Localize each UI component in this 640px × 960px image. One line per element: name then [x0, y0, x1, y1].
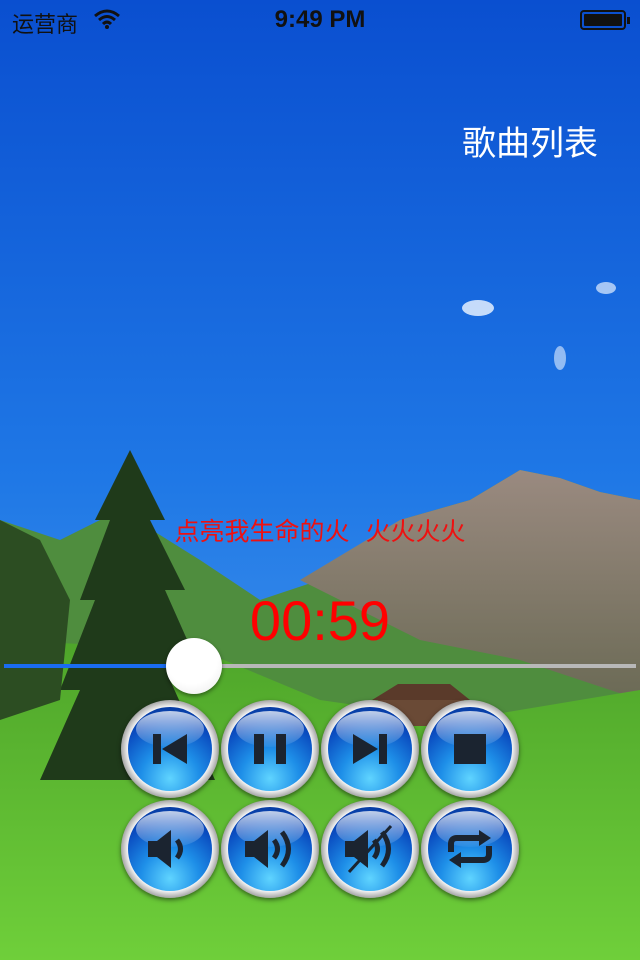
volume-down-button[interactable]: [121, 800, 219, 898]
previous-track-button[interactable]: [121, 700, 219, 798]
pause-icon: [254, 734, 286, 764]
status-time: 9:49 PM: [274, 6, 366, 33]
playlist-button[interactable]: 歌曲列表: [440, 116, 620, 165]
stop-icon: [454, 734, 486, 764]
repeat-icon: [448, 830, 492, 868]
volume-up-button[interactable]: [221, 800, 319, 898]
mute-icon: [345, 824, 393, 874]
stop-button[interactable]: [421, 700, 519, 798]
repeat-button[interactable]: [421, 800, 519, 898]
next-track-button[interactable]: [321, 700, 419, 798]
status-bar: 运营商 9:49 PM: [0, 0, 640, 40]
pause-button[interactable]: [221, 700, 319, 798]
mute-button[interactable]: [321, 800, 419, 898]
next-track-icon: [353, 734, 387, 764]
battery-icon: [580, 10, 630, 30]
previous-track-icon: [153, 734, 187, 764]
progress-slider[interactable]: [4, 638, 636, 694]
lyric-text: 点亮我生命的火 火火火火: [174, 517, 466, 546]
progress-thumb[interactable]: [165, 638, 222, 694]
volume-down-icon: [148, 830, 183, 868]
volume-up-icon: [245, 830, 291, 868]
